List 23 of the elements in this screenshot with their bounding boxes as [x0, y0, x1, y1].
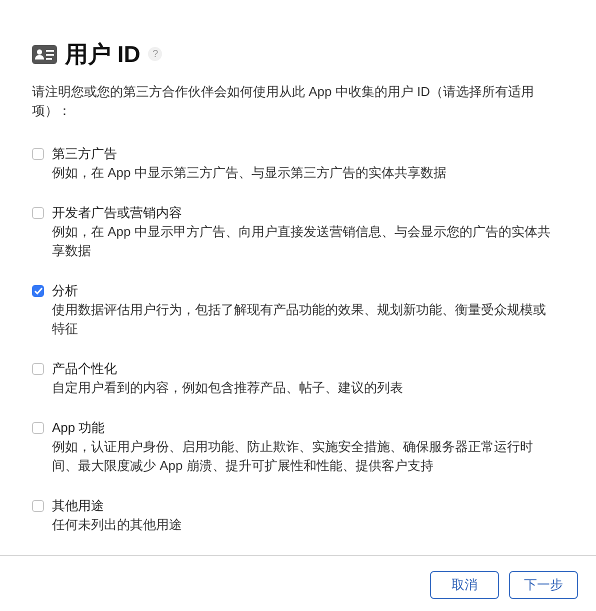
id-card-icon [32, 44, 57, 64]
checkbox[interactable] [32, 148, 44, 160]
option-label: 开发者广告或营销内容 [52, 204, 183, 222]
option-description: 例如，认证用户身份、启用功能、防止欺诈、实施安全措施、确保服务器正常运行时间、最大限度减少 App 崩溃、提升可扩展性和性能、提供客户支持 [52, 438, 534, 475]
checkbox[interactable] [32, 285, 44, 297]
dialog-title: 用户 ID [65, 40, 140, 68]
checkbox[interactable] [32, 500, 44, 512]
checkbox[interactable] [32, 363, 44, 375]
option-description: 自定用户看到的内容，例如包含推荐产品、帖子、建议的列表 [52, 379, 404, 397]
option-label: App 功能 [52, 419, 106, 437]
cancel-button[interactable]: 取消 [430, 571, 499, 599]
checkbox[interactable] [32, 207, 44, 219]
option-label: 其他用途 [52, 497, 105, 515]
option-label: 产品个性化 [52, 360, 118, 378]
option-label: 第三方广告 [52, 145, 118, 163]
option-description: 任何未列出的其他用途 [52, 516, 183, 534]
option-label: 分析 [52, 282, 79, 300]
option-description: 例如，在 App 中显示第三方广告、与显示第三方广告的实体共享数据 [52, 164, 448, 182]
option-description: 例如，在 App 中显示甲方广告、向用户直接发送营销信息、与会显示您的广告的实体共享数据 [52, 223, 552, 260]
option-description: 使用数据评估用户行为，包括了解现有产品功能的效果、规划新功能、衡量受众规模或特征 [52, 301, 547, 338]
next-button[interactable]: 下一步 [509, 571, 578, 599]
checkbox[interactable] [32, 422, 44, 434]
instruction-text: 请注明您或您的第三方合作伙伴会如何使用从此 App 中收集的用户 ID（请选择所有适用项）： [32, 83, 535, 120]
